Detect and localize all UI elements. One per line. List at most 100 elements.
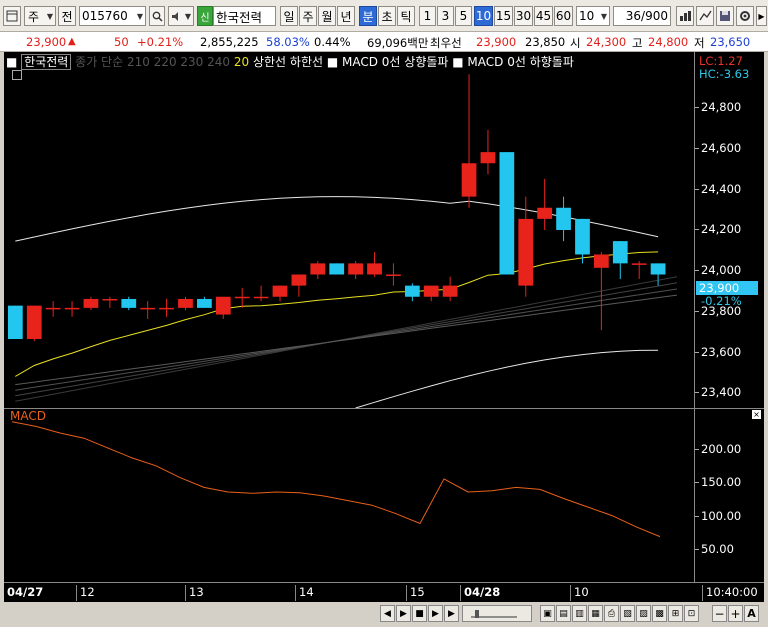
settings-button[interactable] bbox=[736, 6, 754, 26]
more-icon: ▶ bbox=[758, 11, 765, 21]
time-label: 14 bbox=[295, 585, 314, 601]
candle-body bbox=[442, 285, 458, 297]
interval-3[interactable]: 3 bbox=[437, 6, 454, 26]
candle-body bbox=[593, 254, 609, 268]
time-label: 04/28 bbox=[460, 585, 500, 601]
expand-button[interactable]: ⊡ bbox=[684, 605, 699, 622]
macd-label: MACD bbox=[10, 409, 46, 423]
interval-15-label: 15 bbox=[495, 9, 512, 23]
quote-amount: 69,096백만 bbox=[367, 36, 429, 50]
grid-icon[interactable] bbox=[12, 70, 22, 80]
trendline-icon bbox=[698, 10, 712, 21]
candle-body bbox=[102, 298, 118, 301]
save-button[interactable] bbox=[716, 6, 734, 26]
indicator-button[interactable] bbox=[676, 6, 694, 26]
interval-45[interactable]: 45 bbox=[534, 6, 553, 26]
zoom-in-button[interactable]: ▤ bbox=[556, 605, 571, 622]
best-ask: 23,900 bbox=[476, 35, 517, 49]
quote-price: 23,900 bbox=[26, 35, 67, 49]
prev-button[interactable]: 전 bbox=[58, 6, 76, 26]
stop-button[interactable]: ▶ bbox=[428, 605, 443, 622]
slider-icon bbox=[471, 609, 517, 618]
candle-body bbox=[499, 152, 515, 275]
period-week[interactable]: 주 bbox=[299, 6, 317, 26]
quote-bar: 23,900 ▲ 50 +0.21% 2,855,225 58.03% 0.44… bbox=[0, 32, 768, 52]
more-button[interactable]: ▶ bbox=[756, 6, 767, 26]
legend-name[interactable]: 한국전력 bbox=[21, 54, 72, 70]
new-badge-label: 신 bbox=[200, 12, 210, 24]
draw-button[interactable] bbox=[696, 6, 714, 26]
price-tick: 24,400 bbox=[694, 182, 742, 196]
stock-name-field[interactable]: 한국전력 bbox=[213, 6, 276, 26]
scroll-slider[interactable] bbox=[462, 605, 532, 622]
print-button[interactable]: ⎙ bbox=[604, 605, 619, 622]
scroll-first-button[interactable]: ◀ bbox=[380, 605, 395, 622]
period-second-label: 초 bbox=[381, 9, 393, 24]
quote-vol-ratio: 58.03% bbox=[266, 35, 310, 49]
candle-body bbox=[197, 298, 212, 308]
count-value: 36 bbox=[625, 9, 642, 23]
stock-name: 한국전력 bbox=[216, 9, 263, 25]
period-year[interactable]: 년 bbox=[337, 6, 355, 26]
candle-body bbox=[650, 263, 666, 275]
layout-button[interactable]: ▨ bbox=[636, 605, 651, 622]
type-select[interactable]: 주 bbox=[24, 6, 56, 26]
period-day-label: 일 bbox=[283, 9, 295, 24]
export-button[interactable]: ▧ bbox=[620, 605, 635, 622]
period-minute-label: 분 bbox=[362, 9, 374, 24]
ma-line bbox=[15, 294, 678, 386]
search-button[interactable] bbox=[149, 6, 165, 26]
time-label: 13 bbox=[185, 585, 204, 601]
window-icon[interactable] bbox=[3, 6, 21, 26]
play-button[interactable]: ■ bbox=[412, 605, 427, 622]
interval-30[interactable]: 30 bbox=[514, 6, 533, 26]
table-button[interactable]: ▩ bbox=[652, 605, 667, 622]
candle-body bbox=[348, 263, 363, 275]
interval-1[interactable]: 1 bbox=[419, 6, 436, 26]
indicator-icon bbox=[679, 11, 691, 21]
interval-10-label: 10 bbox=[475, 9, 492, 23]
candle-body bbox=[310, 263, 326, 275]
scroll-back-button[interactable]: ▶ bbox=[396, 605, 411, 622]
time-clock: 10:40:00 bbox=[702, 585, 758, 601]
macd-tick: 150.00 bbox=[694, 475, 742, 489]
type-label: 주 bbox=[28, 9, 40, 24]
auto-scale-button[interactable]: A bbox=[744, 605, 759, 622]
copy-button[interactable]: ▦ bbox=[588, 605, 603, 622]
interval-10[interactable]: 10 bbox=[474, 6, 493, 26]
detail-button[interactable]: ⊞ bbox=[668, 605, 683, 622]
lc-label: LC:1.27 bbox=[699, 54, 743, 68]
interval-60[interactable]: 60 bbox=[554, 6, 573, 26]
scroll-next-button[interactable]: ▶ bbox=[444, 605, 459, 622]
interval-15[interactable]: 15 bbox=[494, 6, 513, 26]
interval-30-label: 30 bbox=[515, 9, 532, 23]
pane-divider[interactable] bbox=[4, 408, 764, 409]
interval-select[interactable]: 10 bbox=[576, 6, 610, 26]
legend-ma20: 20 bbox=[233, 55, 250, 69]
candle-body bbox=[423, 285, 439, 297]
candle-body bbox=[461, 163, 477, 197]
period-tick[interactable]: 틱 bbox=[397, 6, 415, 26]
plus-button[interactable]: + bbox=[728, 605, 743, 622]
macd-line bbox=[11, 421, 661, 538]
speaker-icon bbox=[172, 11, 178, 21]
candle-body bbox=[367, 263, 382, 275]
period-minute[interactable]: 분 bbox=[359, 6, 377, 26]
interval-3-label: 3 bbox=[441, 9, 450, 23]
minus-button[interactable]: − bbox=[712, 605, 727, 622]
code-input[interactable]: 015760 bbox=[79, 6, 146, 26]
macd-tick: 50.00 bbox=[695, 542, 734, 556]
sound-button[interactable] bbox=[168, 6, 194, 26]
candle-body bbox=[518, 218, 534, 286]
period-month[interactable]: 월 bbox=[318, 6, 336, 26]
zoom-fit-button[interactable]: ▣ bbox=[540, 605, 555, 622]
interval-60-label: 60 bbox=[555, 9, 572, 23]
period-second[interactable]: 초 bbox=[378, 6, 396, 26]
period-year-label: 년 bbox=[340, 9, 352, 24]
count-input[interactable]: 36/900 bbox=[613, 6, 671, 26]
interval-5[interactable]: 5 bbox=[455, 6, 472, 26]
chart-area[interactable]: ■ 한국전력 종가 단순 210 220 230 240 20 상한선 하한선 … bbox=[4, 52, 764, 602]
crosshair-button[interactable]: ▥ bbox=[572, 605, 587, 622]
candle-body bbox=[291, 274, 307, 286]
period-day[interactable]: 일 bbox=[280, 6, 298, 26]
